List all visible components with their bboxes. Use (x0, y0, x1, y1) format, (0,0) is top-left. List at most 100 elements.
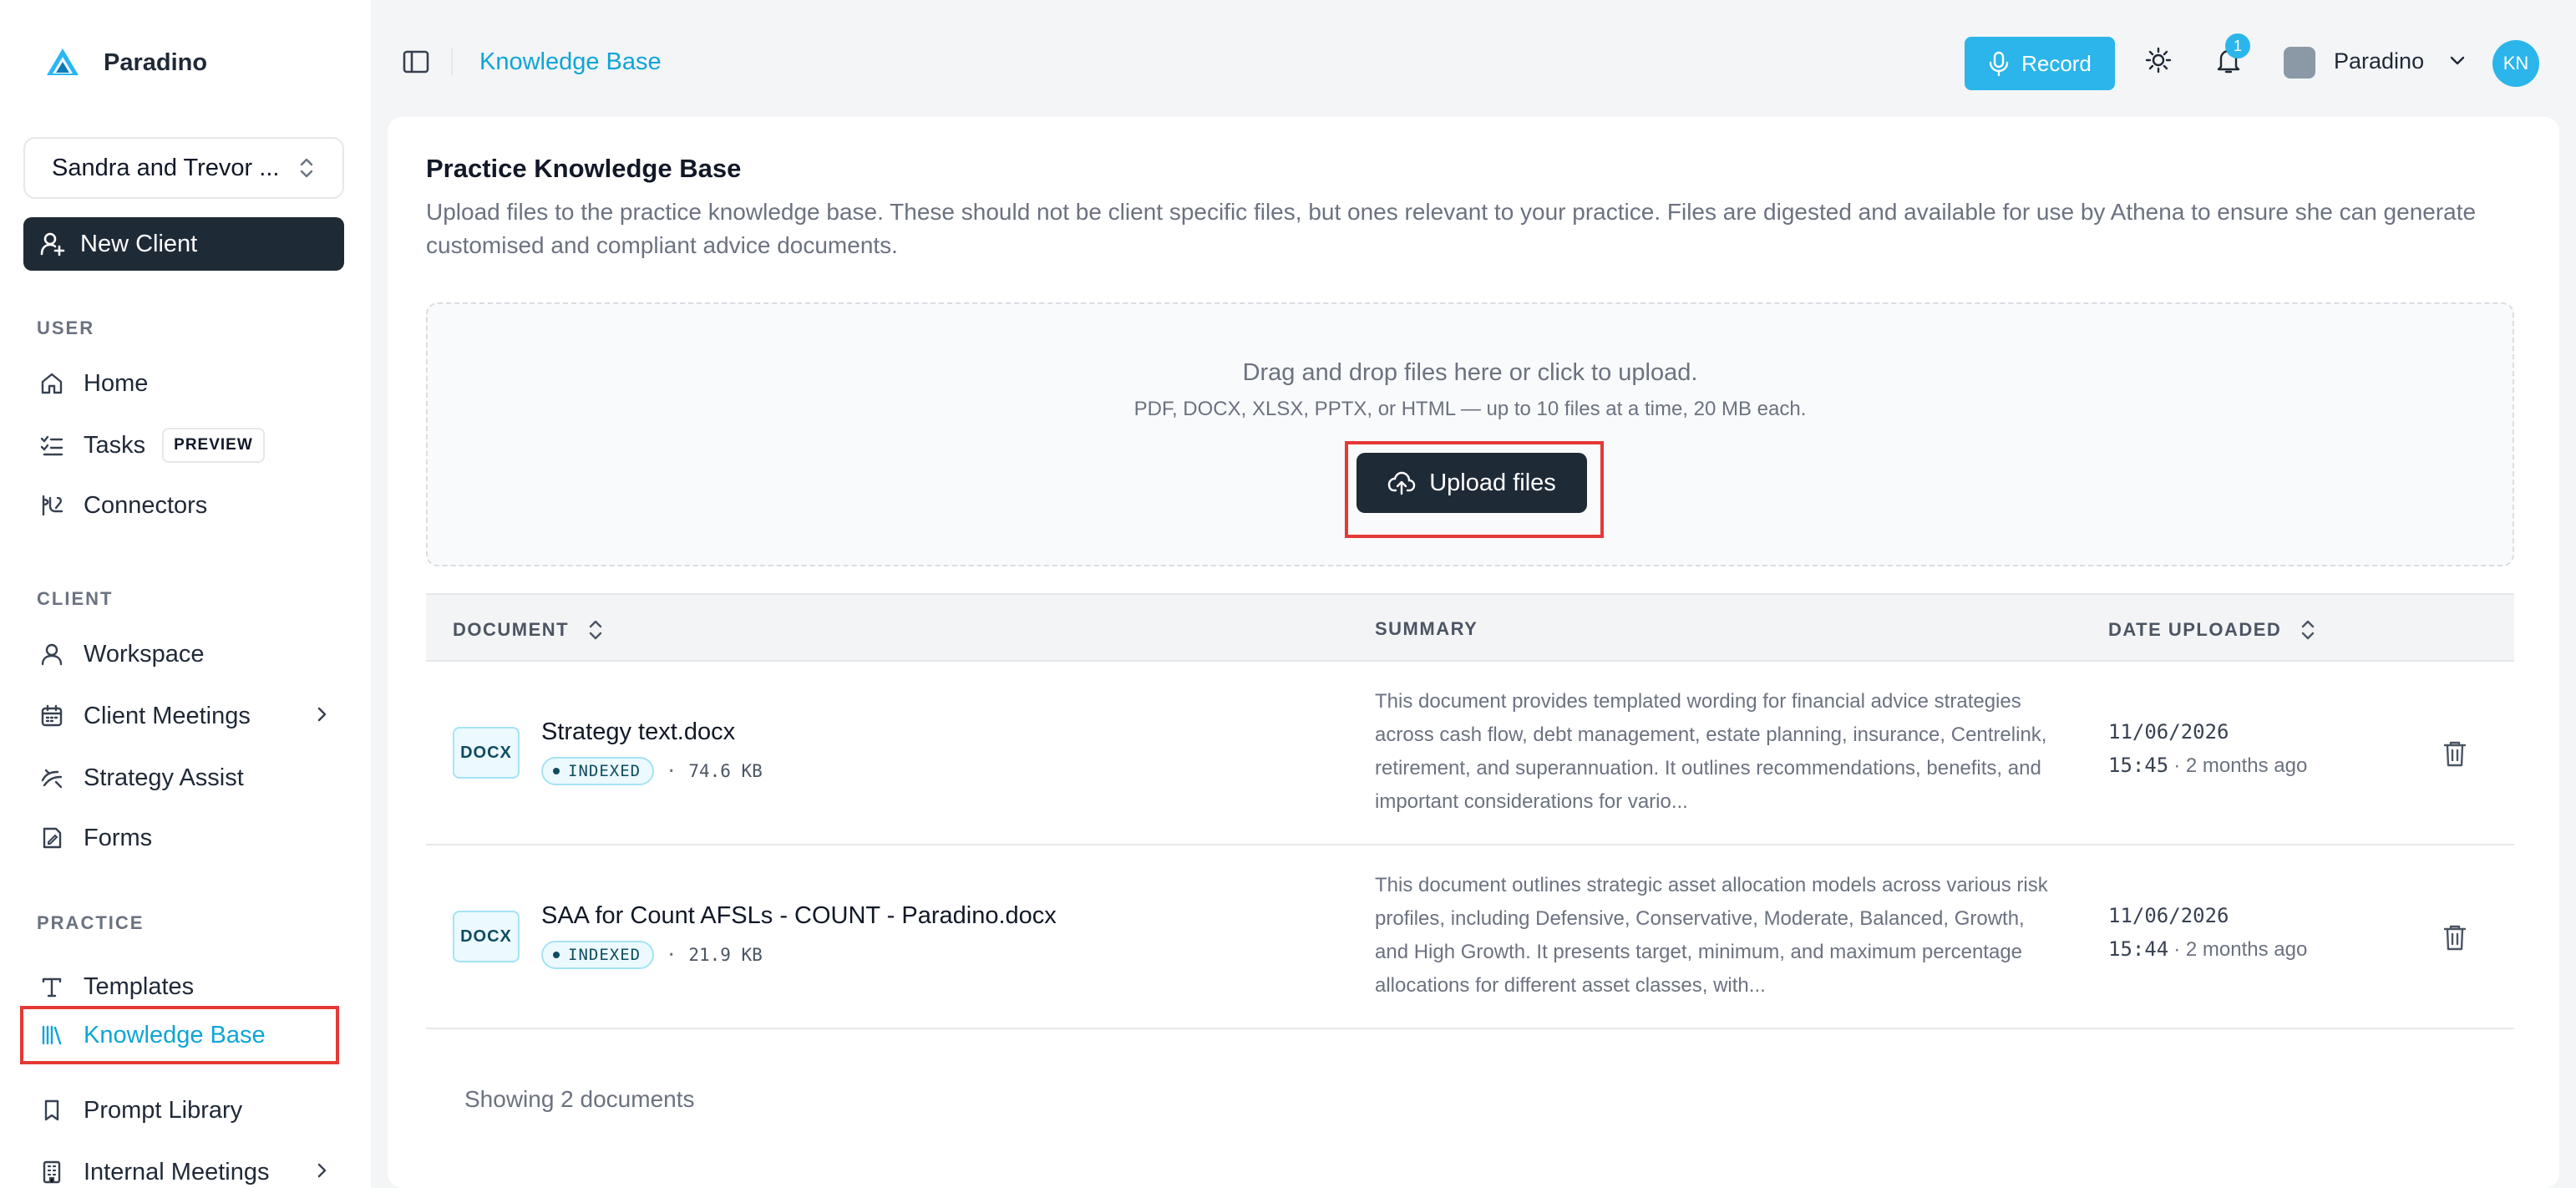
sidebar-item-connectors[interactable]: Connectors (23, 480, 344, 531)
document-summary: This document provides templated wording… (1375, 690, 2047, 813)
document-summary: This document outlines strategic asset a… (1375, 874, 2048, 997)
theme-toggle-icon[interactable] (2143, 45, 2177, 79)
user-icon (37, 639, 67, 669)
file-size: 74.6 KB (688, 761, 763, 781)
add-user-icon (40, 232, 65, 256)
text-icon (37, 972, 67, 1002)
sidebar-item-workspace[interactable]: Workspace (23, 628, 344, 680)
record-label: Record (2021, 50, 2092, 76)
record-button[interactable]: Record (1965, 37, 2115, 90)
sidebar-item-label: Templates (84, 972, 195, 1000)
page-title: Practice Knowledge Base (426, 154, 742, 183)
status-dot (553, 768, 560, 774)
column-header-document[interactable]: DOCUMENT (453, 618, 604, 642)
column-header-summary: SUMMARY (1375, 618, 1478, 640)
section-label-client: CLIENT (37, 588, 114, 609)
table-row[interactable]: DOCX SAA for Count AFSLs - COUNT - Parad… (426, 845, 2514, 1029)
client-selector[interactable]: Sandra and Trevor ... (23, 137, 344, 199)
upload-files-button[interactable]: Upload files (1356, 453, 1587, 513)
status-dot (553, 952, 560, 958)
status-label: INDEXED (568, 762, 641, 780)
sidebar-item-label: Internal Meetings (84, 1158, 270, 1185)
separator-dot: · (666, 944, 677, 966)
page-description: Upload files to the practice knowledge b… (426, 199, 2477, 258)
upload-time: 15:44 · 2 months ago (2108, 937, 2307, 962)
sidebar-item-label: Strategy Assist (84, 764, 244, 791)
chevron-up-down-icon (300, 158, 313, 178)
app-root: Paradino Sandra and Trevor ... New Clien… (0, 0, 2576, 1188)
notification-count-badge: 1 (2225, 33, 2250, 58)
sidebar-item-client-meetings[interactable]: Client Meetings (23, 690, 344, 742)
breadcrumb[interactable]: Knowledge Base (479, 48, 662, 76)
connectors-icon (37, 490, 67, 520)
sidebar-item-label: Prompt Library (84, 1096, 243, 1124)
sidebar-item-strategy-assist[interactable]: Strategy Assist (23, 752, 344, 804)
file-type-badge: DOCX (453, 911, 520, 962)
brand-name: Paradino (104, 48, 208, 76)
delete-trash-icon[interactable] (2441, 922, 2471, 952)
document-name[interactable]: SAA for Count AFSLs - COUNT - Paradino.d… (541, 902, 1057, 930)
upload-time: 15:45 · 2 months ago (2108, 754, 2307, 778)
org-logo[interactable] (2284, 47, 2315, 79)
separator-dot: · (666, 760, 677, 782)
sidebar-item-label: Connectors (84, 491, 208, 519)
upload-relative-time: · 2 months ago (2173, 754, 2308, 777)
upload-date: 11/06/2026 (2108, 720, 2229, 744)
dropzone-title: Drag and drop files here or click to upl… (1242, 359, 1698, 386)
upload-date: 11/06/2026 (2108, 904, 2229, 927)
sort-icon (589, 620, 602, 640)
bookmark-icon (37, 1095, 67, 1125)
avatar[interactable]: KN (2492, 40, 2539, 87)
dropzone-subtitle: PDF, DOCX, XLSX, PPTX, or HTML — up to 1… (1133, 398, 1807, 420)
chevron-right-icon (312, 705, 331, 728)
library-icon (37, 1020, 67, 1050)
org-switcher[interactable]: Paradino (2334, 48, 2424, 74)
upload-time-value: 15:44 (2108, 937, 2169, 961)
sidebar-item-forms[interactable]: Forms (23, 812, 344, 864)
divider (451, 48, 453, 75)
sidebar-item-label: Knowledge Base (84, 1021, 266, 1048)
microphone-icon (1989, 51, 2009, 76)
sidebar-item-tasks[interactable]: Tasks PREVIEW (23, 419, 344, 471)
sidebar-item-home[interactable]: Home (23, 358, 344, 409)
sidebar-item-prompt-library[interactable]: Prompt Library (23, 1084, 344, 1136)
sidebar-item-internal-meetings[interactable]: Internal Meetings (23, 1146, 344, 1188)
chevron-right-icon (312, 1161, 331, 1184)
sidebar-item-label: Workspace (84, 640, 205, 668)
sort-icon (2302, 620, 2315, 640)
sidebar-item-templates[interactable]: Templates (23, 961, 344, 1013)
column-header-date-uploaded[interactable]: DATE UPLOADED (2108, 618, 2316, 642)
upload-files-label: Upload files (1429, 469, 1556, 496)
document-name[interactable]: Strategy text.docx (541, 718, 735, 746)
upload-time-value: 15:45 (2108, 754, 2169, 777)
preview-badge: PREVIEW (162, 428, 265, 463)
documents-count: Showing 2 documents (464, 1086, 695, 1112)
sidebar-item-label: Tasks (84, 431, 146, 459)
document-meta: INDEXED · 74.6 KB (541, 757, 763, 785)
sidebar-toggle-icon[interactable] (401, 47, 431, 77)
file-size: 21.9 KB (688, 945, 763, 965)
form-icon (37, 823, 67, 853)
new-client-button[interactable]: New Client (23, 217, 344, 271)
delete-trash-icon[interactable] (2441, 739, 2471, 769)
section-label-user: USER (37, 317, 95, 338)
home-icon (37, 368, 67, 399)
upload-relative-time: · 2 months ago (2173, 938, 2308, 961)
document-meta: INDEXED · 21.9 KB (541, 941, 763, 969)
brand[interactable]: Paradino (43, 43, 207, 82)
paradino-logo-icon (47, 48, 79, 75)
client-selector-value: Sandra and Trevor ... (52, 154, 280, 181)
sidebar-item-label: Client Meetings (84, 702, 251, 729)
table-row[interactable]: DOCX Strategy text.docx INDEXED · 74.6 K… (426, 662, 2514, 845)
table-header: DOCUMENT SUMMARY DATE UPLOADED (426, 593, 2514, 662)
chevron-down-icon[interactable] (2447, 50, 2467, 74)
cloud-upload-icon (1388, 471, 1416, 495)
new-client-label: New Client (80, 230, 198, 257)
knowledge-base-panel: Practice Knowledge Base Upload files to … (388, 117, 2559, 1188)
file-dropzone[interactable]: Drag and drop files here or click to upl… (426, 302, 2514, 566)
status-label: INDEXED (568, 946, 641, 964)
top-bar: Knowledge Base Record 1 Paradino KN (371, 0, 2576, 117)
column-header-label: DOCUMENT (453, 619, 570, 640)
tasks-icon (37, 430, 67, 460)
sidebar-item-knowledge-base[interactable]: Knowledge Base (20, 1006, 339, 1064)
